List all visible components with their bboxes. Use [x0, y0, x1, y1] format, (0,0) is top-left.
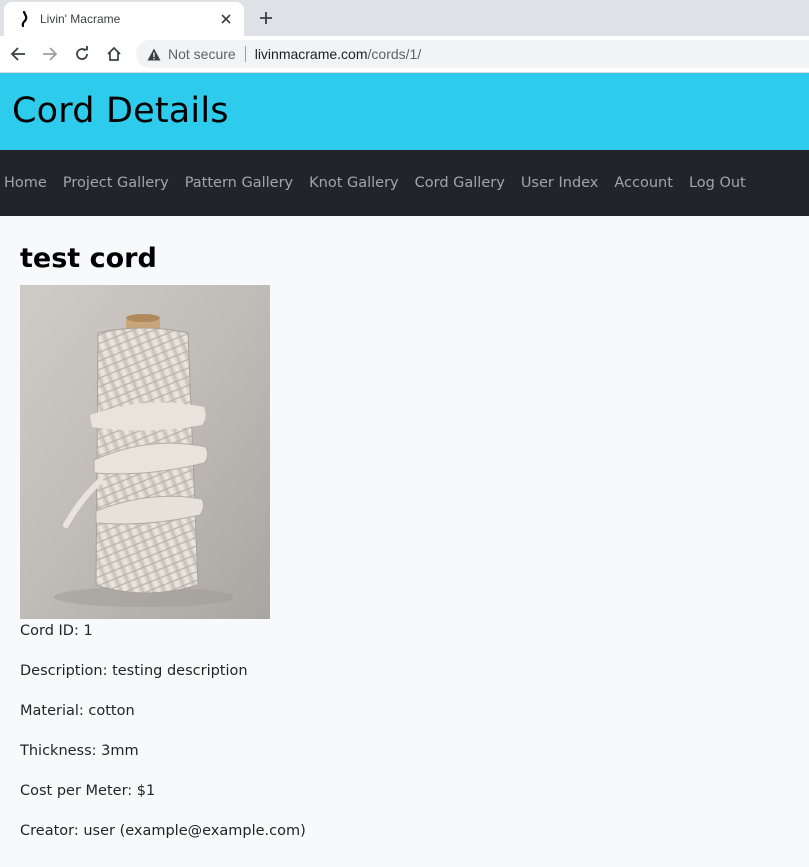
- nav-link-log-out[interactable]: Log Out: [689, 175, 746, 191]
- cord-detail-content: test cord Cord ID: 1 Description: testin…: [20, 243, 780, 859]
- nav-link-pattern-gallery[interactable]: Pattern Gallery: [185, 175, 293, 191]
- page: Cord Details Home Project Gallery Patter…: [0, 73, 809, 867]
- cord-photo: [20, 285, 270, 619]
- nav-link-knot-gallery[interactable]: Knot Gallery: [309, 175, 399, 191]
- cord-thickness: Thickness: 3mm: [20, 743, 139, 759]
- nav-link-cord-gallery[interactable]: Cord Gallery: [415, 175, 505, 191]
- nav-link-user-index[interactable]: User Index: [521, 175, 599, 191]
- url-domain: livinmacrame.com: [254, 46, 368, 62]
- cord-creator: Creator: user (example@example.com): [20, 823, 306, 839]
- nav-link-project-gallery[interactable]: Project Gallery: [63, 175, 169, 191]
- browser-toolbar: Not secure livinmacrame.com/cords/1/: [0, 36, 809, 73]
- nav-link-home[interactable]: Home: [4, 175, 47, 191]
- new-tab-icon[interactable]: [256, 8, 276, 28]
- security-label[interactable]: Not secure: [168, 46, 236, 62]
- omnibox-divider: [244, 46, 246, 62]
- browser-tab[interactable]: Livin' Macrame: [4, 2, 244, 36]
- cord-description: Description: testing description: [20, 663, 248, 679]
- cord-id: Cord ID: 1: [20, 623, 93, 639]
- address-bar[interactable]: Not secure livinmacrame.com/cords/1/: [136, 40, 809, 68]
- back-arrow-icon[interactable]: [7, 43, 29, 65]
- url-path: /cords/1/: [367, 46, 422, 62]
- tab-title: Livin' Macrame: [40, 12, 121, 26]
- warning-icon[interactable]: [146, 46, 162, 62]
- page-title: Cord Details: [12, 91, 229, 131]
- macrame-favicon-icon: [16, 11, 32, 27]
- page-header: Cord Details: [0, 73, 809, 150]
- cord-cost-per-meter: Cost per Meter: $1: [20, 783, 156, 799]
- cord-name: test cord: [20, 243, 157, 274]
- url-text[interactable]: livinmacrame.com/cords/1/: [255, 46, 422, 62]
- home-icon[interactable]: [103, 43, 125, 65]
- close-tab-icon[interactable]: [218, 11, 234, 27]
- browser-tabstrip: Livin' Macrame: [0, 0, 809, 36]
- nav-link-account[interactable]: Account: [614, 175, 673, 191]
- forward-arrow-icon[interactable]: [39, 43, 61, 65]
- navbar: Home Project Gallery Pattern Gallery Kno…: [0, 150, 809, 216]
- cord-material: Material: cotton: [20, 703, 135, 719]
- reload-icon[interactable]: [71, 43, 93, 65]
